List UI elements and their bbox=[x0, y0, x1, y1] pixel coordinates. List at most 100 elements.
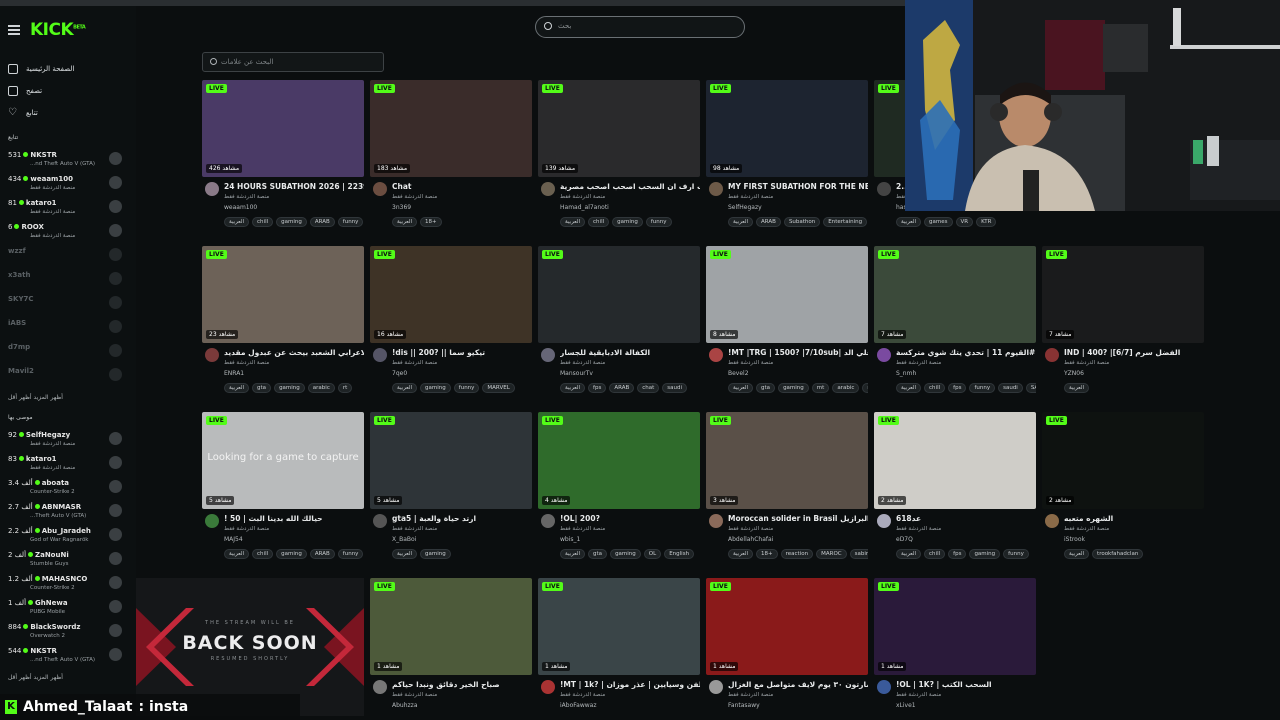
streamer-name[interactable]: X_BaBoi bbox=[392, 536, 416, 543]
tag-chip[interactable]: العربية bbox=[560, 383, 586, 393]
stream-category[interactable]: منصة الدردشة فقط bbox=[896, 692, 941, 698]
stream-card[interactable]: Looking for a game to capture LIVE 5 مشاهد… bbox=[202, 412, 364, 572]
stream-title[interactable]: !OL | 1K? | السحب الكتب bbox=[896, 680, 1036, 689]
tag-chip[interactable]: العربية bbox=[1064, 549, 1090, 559]
tag-chip[interactable]: gaming bbox=[778, 383, 809, 393]
sidebar-channel[interactable]: wzzf bbox=[8, 246, 126, 270]
stream-title[interactable]: !dis || 200? || تيكيو سما bbox=[392, 348, 532, 357]
avatar[interactable] bbox=[709, 182, 723, 196]
stream-card[interactable]: LIVE 8 مشاهد !MT |TRG | 1500? |7/10sub| خل… bbox=[706, 246, 868, 406]
stream-title[interactable]: 24 HOURS SUBATHON 2026 | 2239 ... bbox=[224, 182, 364, 191]
tag-chip[interactable]: VR bbox=[955, 217, 974, 227]
stream-thumbnail[interactable]: LIVE 5 مشاهد bbox=[370, 412, 532, 509]
tag-chip[interactable]: gaming bbox=[612, 217, 643, 227]
tag-chip[interactable]: ARAB bbox=[309, 549, 335, 559]
stream-title[interactable]: !OL| 200? bbox=[560, 514, 700, 523]
stream-thumbnail[interactable]: Looking for a game to capture LIVE 5 مشاهد bbox=[202, 412, 364, 509]
sidebar-channel[interactable]: x3ath bbox=[8, 270, 126, 294]
tag-chip[interactable]: العربية bbox=[1064, 383, 1090, 393]
stream-title[interactable]: !MT |TRG | 1500? |7/10sub| خلونا علي الد bbox=[728, 348, 868, 357]
recommended-show-more[interactable]: أظهر المزيد أظهر أقل bbox=[8, 674, 63, 681]
avatar[interactable] bbox=[877, 514, 891, 528]
sidebar-channel[interactable]: 83 kataro1 منصة الدردشة فقط bbox=[8, 454, 126, 478]
streamer-name[interactable]: MAJ54 bbox=[224, 536, 243, 543]
sidebar-channel[interactable]: d7mp bbox=[8, 342, 126, 366]
stream-title[interactable]: الاعرابي الشعبد بيحث عن عبدول مقديد bbox=[224, 348, 364, 357]
streamer-name[interactable]: weaam100 bbox=[224, 204, 257, 211]
stream-card[interactable]: LIVE 1 مشاهد !OL | 1K? | السحب الكتب منصة ا… bbox=[874, 578, 1036, 720]
avatar[interactable] bbox=[205, 182, 219, 196]
stream-title[interactable]: 618عد bbox=[896, 514, 1036, 523]
stream-title[interactable]: مارتون ٣٠ يوم لايف متواصل مع الغزال bbox=[728, 680, 868, 689]
tag-chip[interactable]: Entertaining bbox=[823, 217, 868, 227]
sidebar-channel[interactable]: 81 kataro1 منصة الدردشة فقط bbox=[8, 198, 126, 222]
stream-title[interactable]: صباح الخير دقائق ونبدا حياكم bbox=[392, 680, 532, 689]
stream-title[interactable]: Chat bbox=[392, 182, 532, 191]
tag-chip[interactable]: العربية bbox=[728, 549, 754, 559]
tag-chip[interactable]: gaming bbox=[610, 549, 641, 559]
stream-card[interactable]: LIVE الكفالة الادبايقية للجسار منصة الدردش… bbox=[538, 246, 700, 406]
stream-category[interactable]: منصة الدردشة فقط bbox=[392, 526, 437, 532]
tag-search-input[interactable]: البحث عن علامات bbox=[202, 52, 384, 72]
stream-category[interactable]: منصة الدردشة فقط bbox=[1064, 526, 1109, 532]
stream-category[interactable]: منصة الدردشة فقط bbox=[224, 526, 269, 532]
stream-thumbnail[interactable]: LIVE 139 مشاهد bbox=[538, 80, 700, 177]
stream-thumbnail[interactable]: LIVE 426 مشاهد bbox=[202, 80, 364, 177]
sidebar-channel[interactable]: 2.2 ألف Abu_Jaradeh God of War Ragnarök bbox=[8, 526, 126, 550]
streamer-name[interactable]: Abuhzza bbox=[392, 702, 418, 709]
stream-title[interactable]: !MT | 1k? | الفن وسيايين | عذر موزان bbox=[560, 680, 700, 689]
kick-logo[interactable]: KICKBETA bbox=[30, 20, 86, 40]
streamer-name[interactable]: xLive1 bbox=[896, 702, 916, 709]
avatar[interactable] bbox=[373, 182, 387, 196]
stream-category[interactable]: منصة الدردشة فقط bbox=[728, 692, 773, 698]
avatar[interactable] bbox=[205, 514, 219, 528]
stream-category[interactable]: منصة الدردشة فقط bbox=[560, 360, 605, 366]
avatar[interactable] bbox=[877, 348, 891, 362]
tag-chip[interactable]: gta bbox=[756, 383, 776, 393]
stream-thumbnail[interactable]: LIVE 7 مشاهد bbox=[1042, 246, 1204, 343]
stream-title[interactable]: الجلفة #القيوم 11 | تحدي يتك شوي متركسة bbox=[896, 348, 1036, 357]
tag-chip[interactable]: rt bbox=[337, 383, 353, 393]
stream-card[interactable]: LIVE 7 مشاهد الجلفة #القيوم 11 | تحدي يتك … bbox=[874, 246, 1036, 406]
tag-chip[interactable]: ARAB bbox=[609, 383, 635, 393]
following-show-more[interactable]: أظهر المزيد أظهر أقل bbox=[8, 394, 63, 401]
tag-chip[interactable]: SA bbox=[1025, 383, 1036, 393]
stream-thumbnail[interactable]: LIVE 1 مشاهد bbox=[706, 578, 868, 675]
streamer-name[interactable]: AbdellahChafai bbox=[728, 536, 773, 543]
streamer-name[interactable]: SelfHegazy bbox=[728, 204, 762, 211]
stream-card[interactable]: LIVE 7 مشاهد IND | 400? |[6/7] الفضل سرم من… bbox=[1042, 246, 1204, 406]
stream-thumbnail[interactable]: LIVE 4 مشاهد bbox=[538, 412, 700, 509]
stream-category[interactable]: منصة الدردشة فقط bbox=[560, 692, 605, 698]
stream-title[interactable]: gta5 | ارتد حياة والعبة bbox=[392, 514, 532, 523]
streamer-name[interactable]: MansourTv bbox=[560, 370, 593, 377]
tag-chip[interactable]: gta bbox=[252, 383, 272, 393]
sidebar-channel[interactable]: 1 ألف GhNewa PUBG Mobile bbox=[8, 598, 126, 622]
tag-chip[interactable]: العربية bbox=[224, 549, 250, 559]
stream-title[interactable]: الكفالة الادبايقية للجسار bbox=[560, 348, 700, 357]
tag-chip[interactable]: العربية bbox=[728, 217, 754, 227]
streamer-name[interactable]: Bevel2 bbox=[728, 370, 749, 377]
stream-category[interactable]: منصة الدردشة فقط bbox=[392, 194, 437, 200]
tag-chip[interactable]: gaming bbox=[274, 383, 305, 393]
stream-category[interactable]: منصة الدردشة فقط bbox=[392, 692, 437, 698]
stream-thumbnail[interactable]: LIVE 8 مشاهد bbox=[706, 246, 868, 343]
avatar[interactable] bbox=[541, 348, 555, 362]
stream-card[interactable]: LIVE 1 مشاهد مارتون ٣٠ يوم لايف متواصل مع … bbox=[706, 578, 868, 720]
sidebar-channel[interactable]: 544 NKSTR ...nd Theft Auto V (GTA) bbox=[8, 646, 126, 670]
stream-thumbnail[interactable]: LIVE bbox=[538, 246, 700, 343]
stream-card[interactable]: LIVE 2 مشاهد 618عد منصة الدردشة فقط eD7Q العر… bbox=[874, 412, 1036, 572]
stream-category[interactable]: منصة الدردشة فقط bbox=[224, 360, 269, 366]
stream-thumbnail[interactable]: LIVE 2 مشاهد bbox=[1042, 412, 1204, 509]
tag-chip[interactable]: gaming bbox=[420, 549, 451, 559]
avatar[interactable] bbox=[1045, 514, 1059, 528]
stream-category[interactable]: منصة الدردشة فقط bbox=[728, 360, 773, 366]
sidebar-channel[interactable]: 1.2 ألف MAHASNCO Counter-Strike 2 bbox=[8, 574, 126, 598]
stream-card[interactable]: LIVE 23 مشاهد الاعرابي الشعبد بيحث عن عبدو… bbox=[202, 246, 364, 406]
sidebar-channel[interactable]: 531 NKSTR ...nd Theft Auto V (GTA) bbox=[8, 150, 126, 174]
avatar[interactable] bbox=[1045, 348, 1059, 362]
streamer-name[interactable]: 3n369 bbox=[392, 204, 411, 211]
sidebar-channel[interactable]: 2.7 ألف ABNMASR ...Theft Auto V (GTA) bbox=[8, 502, 126, 526]
stream-thumbnail[interactable]: LIVE 1 مشاهد bbox=[874, 578, 1036, 675]
streamer-name[interactable]: wbis_1 bbox=[560, 536, 580, 543]
tag-chip[interactable]: reaction bbox=[780, 549, 814, 559]
